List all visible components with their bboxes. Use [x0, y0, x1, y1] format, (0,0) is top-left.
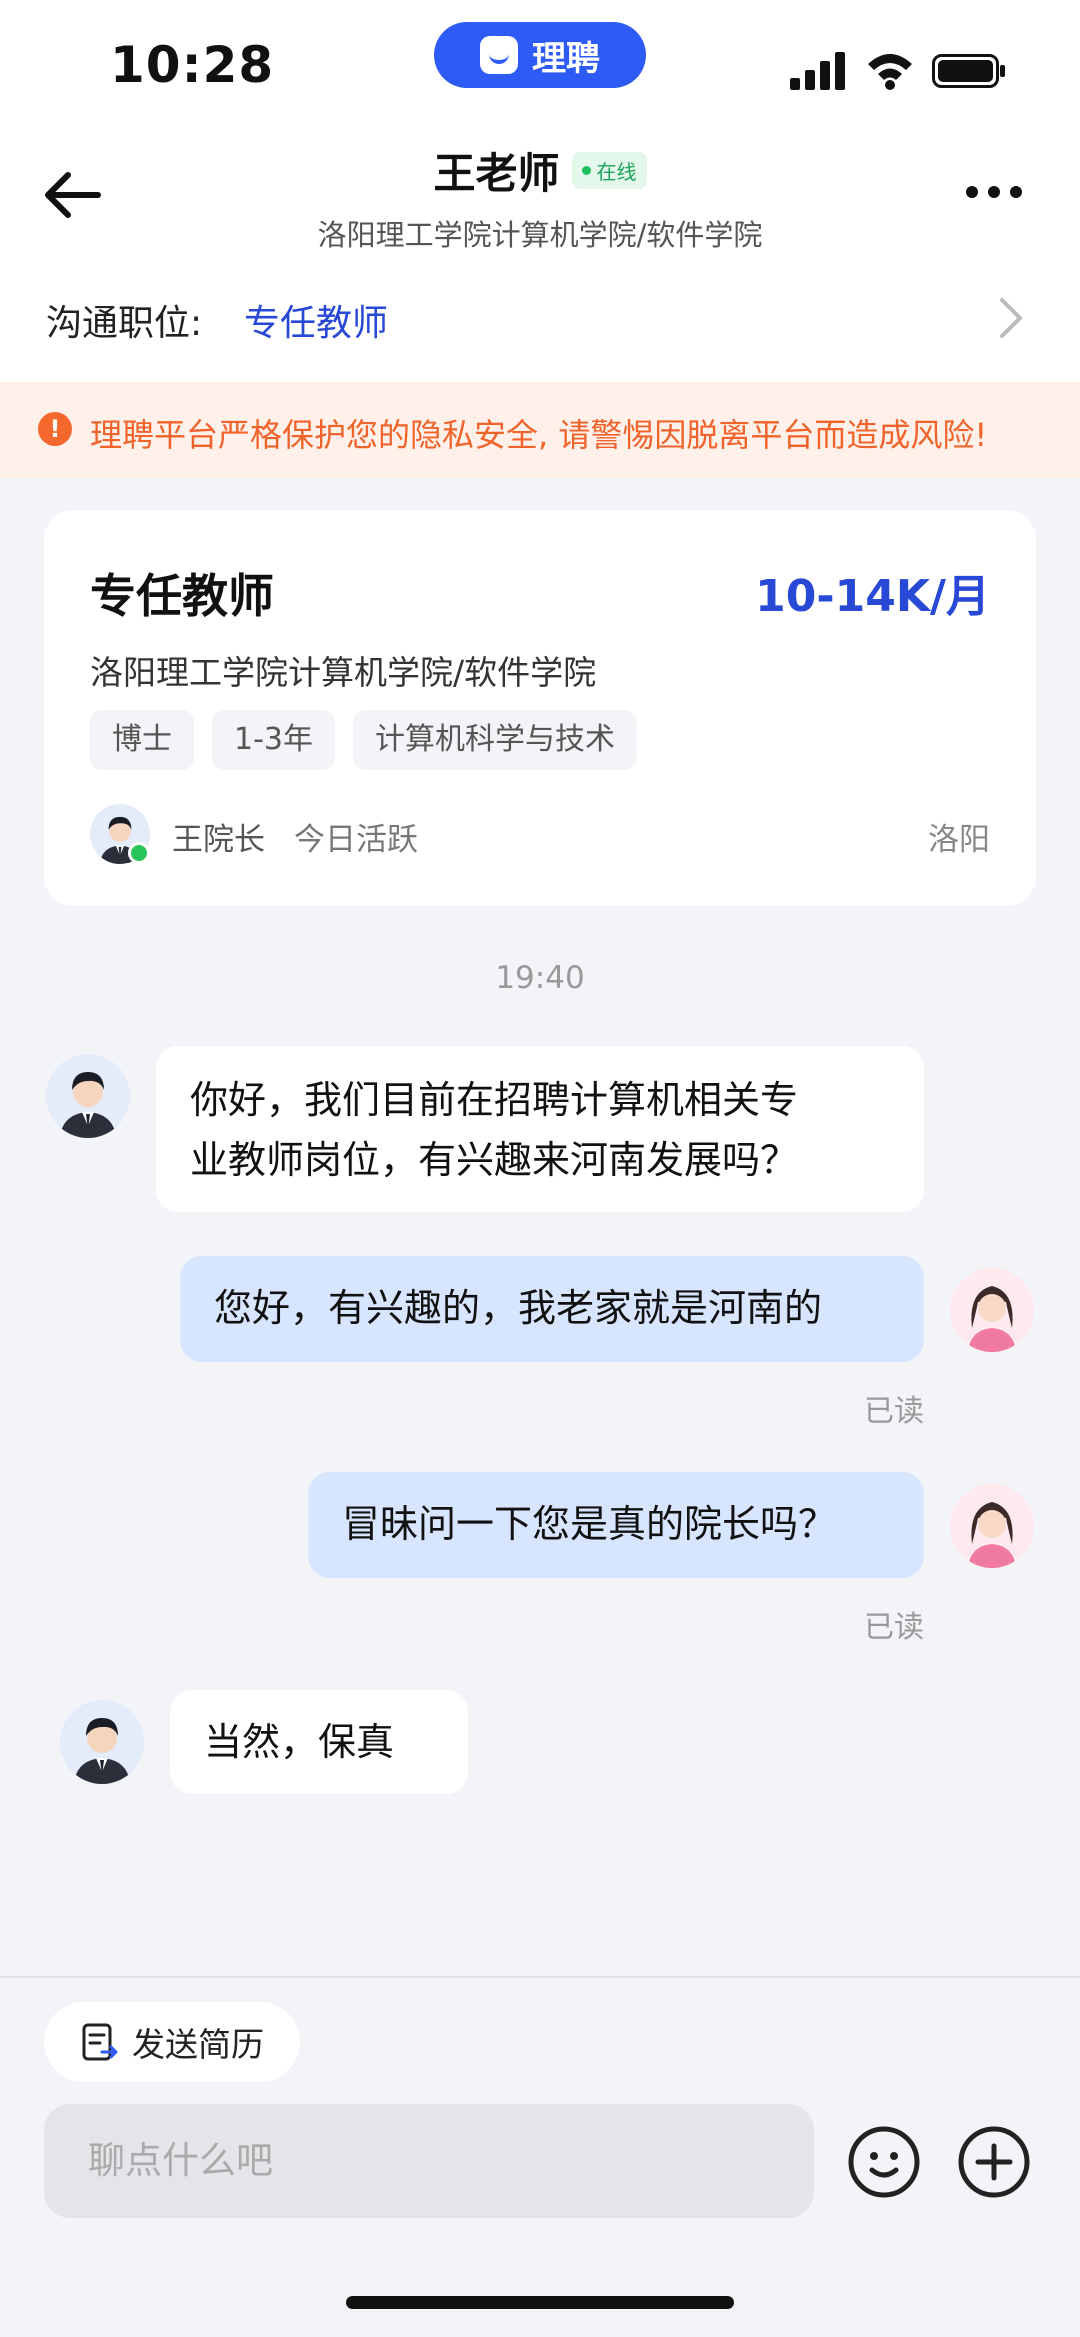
message-input[interactable]: 聊点什么吧 — [44, 2104, 814, 2218]
status-time: 10:28 — [110, 36, 275, 94]
message-bubble-incoming[interactable]: 当然，保真 — [170, 1690, 468, 1794]
contact-avatar[interactable] — [60, 1700, 144, 1784]
resume-icon — [82, 2023, 118, 2061]
chat-timestamp: 19:40 — [495, 960, 585, 996]
contact-name: 王老师 — [433, 149, 560, 198]
recruiter-name: 王院长 — [172, 822, 265, 858]
online-badge: 在线 — [571, 152, 647, 189]
read-receipt: 已读 — [864, 1394, 924, 1429]
warning-icon: ! — [38, 412, 72, 446]
privacy-warning-text: 理聘平台严格保护您的隐私安全, 请警惕因脱离平台而造成风险! — [90, 416, 988, 454]
message-text: 您好，有兴趣的，我老家就是河南的 — [214, 1286, 823, 1330]
header-title-row: 王老师 在线 — [0, 140, 1080, 201]
recruiter-online-dot-icon — [128, 842, 150, 864]
message-bubble-outgoing[interactable]: 您好，有兴趣的，我老家就是河南的 — [180, 1256, 924, 1362]
app-pill[interactable]: 理聘 — [434, 22, 646, 88]
contact-avatar[interactable] — [46, 1054, 130, 1138]
message-bubble-outgoing[interactable]: 冒昧问一下您是真的院长吗？ — [308, 1472, 924, 1578]
home-indicator[interactable] — [346, 2296, 734, 2309]
wifi-icon — [868, 54, 912, 90]
position-value[interactable]: 专任教师 — [244, 294, 388, 346]
job-title: 专任教师 — [90, 569, 274, 623]
female-avatar-icon — [950, 1268, 1034, 1352]
signal-icon — [790, 52, 845, 90]
message-text: 当然，保真 — [204, 1720, 395, 1764]
send-resume-label: 发送简历 — [132, 2025, 264, 2064]
job-tag: 博士 — [90, 710, 194, 770]
app-pill-label: 理聘 — [532, 38, 600, 79]
emoji-icon[interactable] — [846, 2124, 922, 2200]
plus-icon[interactable] — [956, 2124, 1032, 2200]
job-school: 洛阳理工学院计算机学院/软件学院 — [90, 653, 597, 692]
message-text: 冒昧问一下您是真的院长吗？ — [342, 1502, 837, 1546]
my-avatar[interactable] — [950, 1484, 1034, 1568]
online-badge-label: 在线 — [596, 160, 637, 184]
job-tag: 计算机科学与技术 — [353, 710, 637, 770]
job-city: 洛阳 — [928, 822, 990, 858]
male-avatar-icon — [60, 1700, 144, 1784]
job-salary: 10-14K/月 — [755, 571, 990, 622]
more-icon[interactable] — [966, 186, 1030, 202]
send-resume-button[interactable]: 发送简历 — [44, 2002, 300, 2082]
message-text: 业教师岗位，有兴趣来河南发展吗？ — [190, 1138, 799, 1182]
online-dot-icon — [581, 166, 591, 175]
message-text: 你好，我们目前在招聘计算机相关专 — [190, 1078, 799, 1122]
male-avatar-icon — [46, 1054, 130, 1138]
chevron-right-icon[interactable] — [996, 296, 1026, 340]
read-receipt: 已读 — [864, 1610, 924, 1645]
job-tags: 博士 1-3年 计算机科学与技术 — [90, 710, 637, 770]
job-tag: 1-3年 — [212, 710, 335, 770]
my-avatar[interactable] — [950, 1268, 1034, 1352]
recruiter-activity: 今日活跃 — [294, 822, 418, 858]
app-logo-icon — [480, 36, 518, 74]
female-avatar-icon — [950, 1484, 1034, 1568]
battery-icon — [932, 54, 1005, 88]
input-divider — [0, 1976, 1080, 1978]
contact-organization: 洛阳理工学院计算机学院/软件学院 — [317, 218, 763, 252]
position-label: 沟通职位: — [46, 303, 203, 344]
message-bubble-incoming[interactable]: 你好，我们目前在招聘计算机相关专 业教师岗位，有兴趣来河南发展吗？ — [156, 1046, 924, 1212]
